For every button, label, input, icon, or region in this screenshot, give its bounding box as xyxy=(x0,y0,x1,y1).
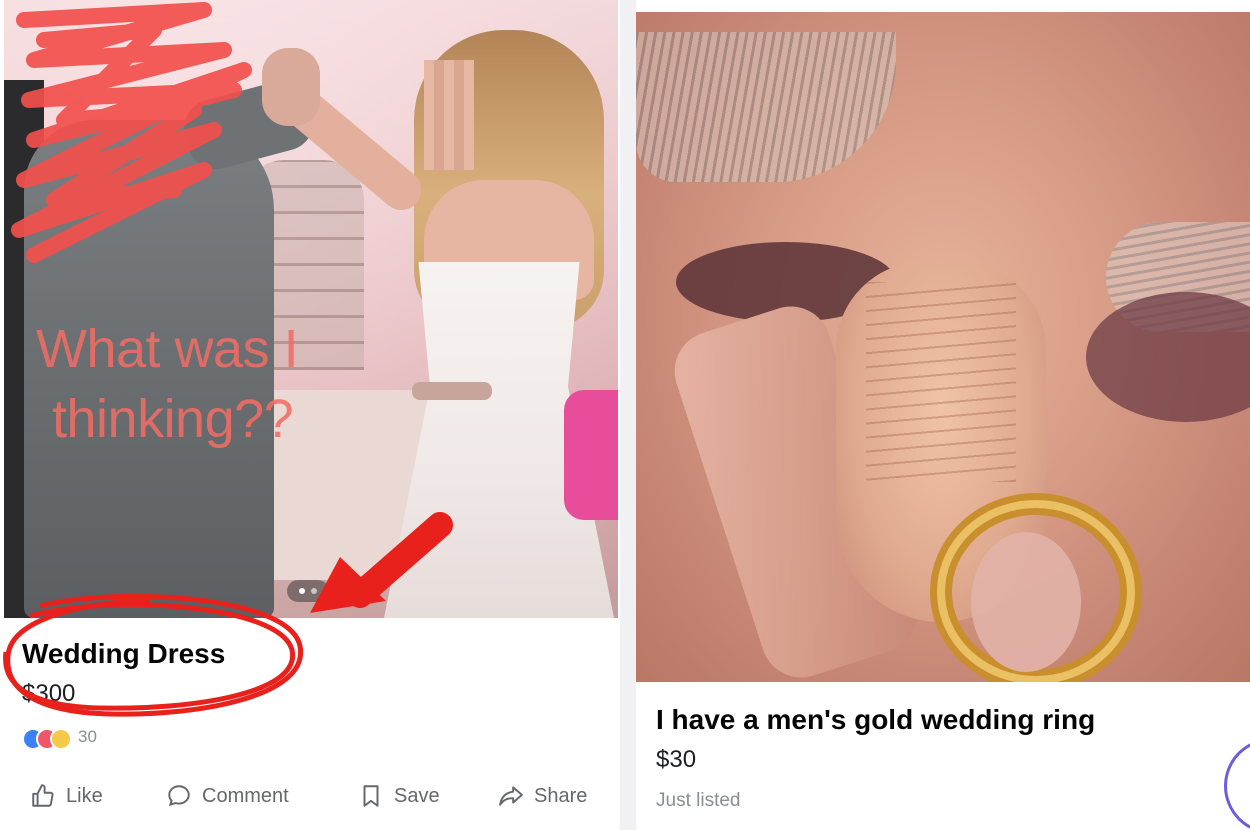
groom-hand xyxy=(262,48,320,126)
gold-ring-listing-card: I have a men's gold wedding ring $30 Jus… xyxy=(636,0,1250,830)
like-label: Like xyxy=(66,784,103,807)
wedding-dress-listing-card: What was I thinking?? Wedding Dress $300… xyxy=(0,0,621,830)
gold-ring-image xyxy=(930,493,1142,682)
listing-title[interactable]: I have a men's gold wedding ring xyxy=(656,704,1095,736)
gold-ring-photo[interactable] xyxy=(636,12,1250,682)
comment-button[interactable]: Comment xyxy=(166,776,289,816)
share-button[interactable]: Share xyxy=(498,776,587,816)
eyebrow-left xyxy=(636,32,896,182)
panel-divider xyxy=(620,0,636,830)
save-label: Save xyxy=(394,784,440,807)
overlay-caption-line1: What was I xyxy=(36,319,299,379)
save-button[interactable]: Save xyxy=(358,776,440,816)
reaction-summary[interactable]: 30 xyxy=(22,727,142,750)
comment-label: Comment xyxy=(202,784,289,807)
dress-belt xyxy=(412,382,492,400)
listing-status: Just listed xyxy=(656,790,741,811)
skin-texture xyxy=(866,282,1016,482)
blurred-face xyxy=(424,60,474,170)
like-button[interactable]: Like xyxy=(30,776,103,816)
listing-price: $30 xyxy=(656,746,697,773)
overlay-caption-line2: thinking?? xyxy=(52,389,294,449)
message-seller-button[interactable] xyxy=(1224,738,1250,830)
bookmark-icon xyxy=(363,785,379,807)
share-arrow-icon xyxy=(499,786,523,806)
red-scribble-redaction xyxy=(11,2,252,263)
red-arrow-annotation xyxy=(310,512,453,613)
comment-bubble-icon xyxy=(168,785,190,807)
reaction-count: 30 xyxy=(78,727,97,746)
share-label: Share xyxy=(534,784,588,807)
post-action-bar: Like Comment Save Share xyxy=(22,776,602,816)
haha-reaction-icon xyxy=(50,728,72,750)
pink-guest-figure xyxy=(564,390,618,520)
red-circle-annotation xyxy=(3,593,303,717)
thumbs-up-icon xyxy=(32,784,54,807)
eye-right xyxy=(1086,292,1250,422)
